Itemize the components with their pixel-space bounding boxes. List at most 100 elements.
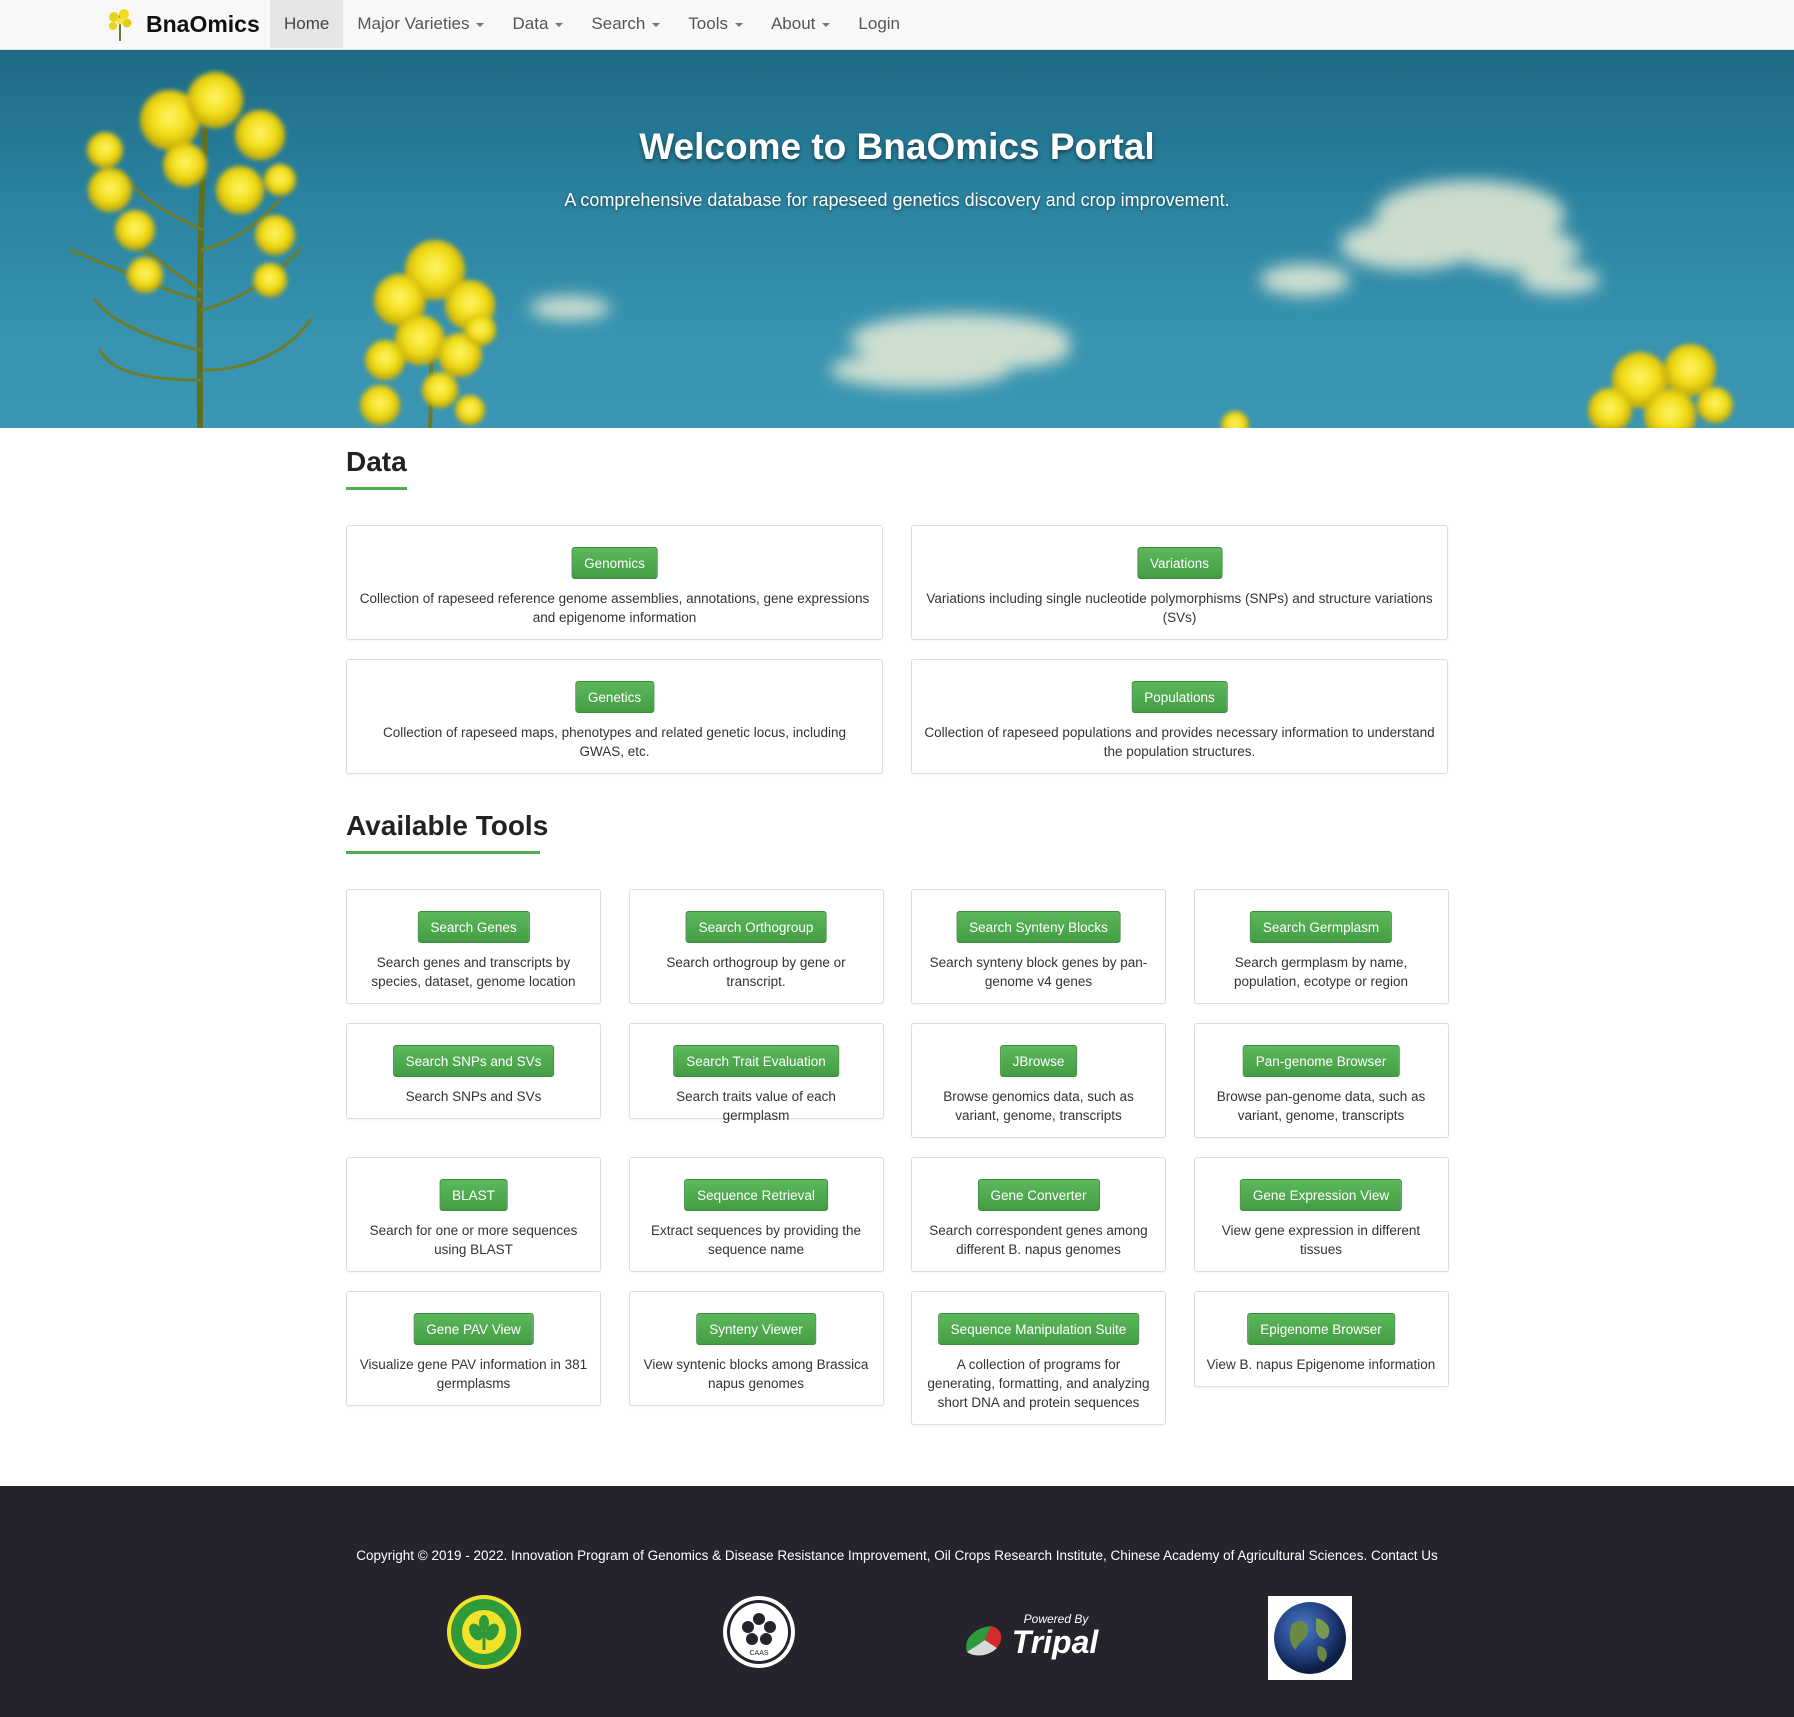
card-description: Search orthogroup by gene or transcript. [666, 955, 846, 989]
data-section-title: Data [346, 446, 407, 477]
card-description: View gene expression in different tissue… [1221, 1223, 1421, 1257]
caret-down-icon [734, 23, 743, 27]
main-nav: Home Major Varieties Data Search Tools About L… [270, 0, 914, 48]
card-description: Variations including single nucleotide p… [926, 591, 1433, 625]
search-genes-card: Search Genes Search genes and transcripts… [346, 889, 601, 1004]
svg-text:CAAS: CAAS [749, 1650, 768, 1657]
pan-genome-browser-button[interactable]: Pan-genome Browser [1242, 1045, 1400, 1077]
tools-section-underline [346, 851, 540, 854]
search-orthogroup-button[interactable]: Search Orthogroup [685, 911, 827, 943]
hero-title: Welcome to BnaOmics Portal [639, 126, 1155, 167]
nav-item-label: About [770, 14, 816, 33]
tools-section-title: Available Tools [346, 810, 549, 841]
card-description: View B. napus Epigenome information [1206, 1357, 1436, 1372]
card-description: Collection of rapeseed reference genome … [359, 591, 870, 625]
populations-card: Populations Collection of rapeseed popula… [911, 659, 1448, 774]
card-description: Search germplasm by name, population, ec… [1233, 955, 1409, 989]
nav-item-label: Tools [688, 14, 728, 33]
gene-converter-card: Gene Converter Search correspondent genes… [911, 1157, 1166, 1272]
nav-item-search[interactable]: Search [577, 0, 674, 48]
search-germplasm-card: Search Germplasm Search germplasm by name… [1193, 889, 1449, 1004]
blast-button[interactable]: BLAST [439, 1179, 508, 1211]
hero-subtitle: A comprehensive database for rapeseed ge… [564, 190, 1230, 210]
epigenome-browser-card: Epigenome Browser View B. napus Epigenome… [1193, 1291, 1449, 1387]
nav-item-label: Login [858, 14, 901, 33]
variations-card: Variations Variations including single nu… [911, 525, 1448, 640]
nav-item-label: Data [512, 14, 549, 33]
genomics-card: Genomics Collection of rapeseed reference… [346, 525, 883, 640]
gene-converter-button[interactable]: Gene Converter [977, 1179, 1100, 1211]
gene-expression-view-button[interactable]: Gene Expression View [1239, 1179, 1403, 1211]
sequence-manipulation-suite-button[interactable]: Sequence Manipulation Suite [937, 1313, 1140, 1345]
brand-name: BnaOmics [146, 10, 260, 37]
caas-logo-icon[interactable]: CAAS [721, 1594, 797, 1675]
card-description: Browse pan-genome data, such as variant,… [1216, 1089, 1426, 1123]
card-description: Search SNPs and SVs [405, 1089, 542, 1104]
card-description: Search genes and transcripts by species,… [371, 955, 576, 989]
epigenome-browser-button[interactable]: Epigenome Browser [1247, 1313, 1395, 1345]
card-description: Browse genomics data, such as variant, g… [943, 1089, 1134, 1123]
card-description: Search for one or more sequences using B… [369, 1223, 578, 1257]
card-description: Collection of rapeseed maps, phenotypes … [382, 725, 847, 759]
card-description: Extract sequences by providing the seque… [650, 1223, 862, 1257]
genetics-card: Genetics Collection of rapeseed maps, phe… [346, 659, 883, 774]
jbrowse-button[interactable]: JBrowse [999, 1045, 1078, 1077]
nav-item-home[interactable]: Home [270, 0, 344, 48]
synteny-viewer-card: Synteny Viewer View syntenic blocks among… [628, 1291, 884, 1406]
svg-text:Tripal: Tripal [1012, 1624, 1100, 1660]
sequence-retrieval-card: Sequence Retrieval Extract sequences by p… [628, 1157, 884, 1272]
caret-down-icon [476, 23, 485, 27]
genomics-button[interactable]: Genomics [571, 547, 658, 579]
nav-item-label: Home [284, 14, 330, 33]
card-description: Search correspondent genes among differe… [929, 1223, 1148, 1257]
card-description: Search synteny block genes by pan-genome… [929, 955, 1148, 989]
brand[interactable]: BnaOmics [104, 0, 260, 48]
tripal-logo-icon[interactable]: Powered By Tripal [961, 1610, 1107, 1667]
populations-button[interactable]: Populations [1131, 681, 1228, 713]
rapeseed-logo-icon [104, 7, 138, 41]
search-synteny-blocks-card: Search Synteny Blocks Search synteny bloc… [911, 889, 1166, 1004]
card-description: Search traits value of each germplasm [676, 1089, 836, 1123]
caret-down-icon [555, 23, 564, 27]
pan-genome-browser-card: Pan-genome Browser Browse pan-genome data… [1193, 1023, 1449, 1138]
search-synteny-blocks-button[interactable]: Search Synteny Blocks [956, 911, 1121, 943]
search-genes-button[interactable]: Search Genes [417, 911, 530, 943]
hero-background-image [68, 72, 1733, 428]
globe-logo-icon[interactable] [1268, 1596, 1352, 1680]
footer-copyright[interactable]: Copyright © 2019 - 2022. Innovation Prog… [0, 1548, 1794, 1563]
jbrowse-card: JBrowse Browse genomics data, such as var… [911, 1023, 1166, 1138]
blast-card: BLAST Search for one or more sequences us… [346, 1157, 601, 1272]
gene-pav-view-button[interactable]: Gene PAV View [413, 1313, 534, 1345]
search-snps-and-svs-button[interactable]: Search SNPs and SVs [392, 1045, 555, 1077]
nav-item-login[interactable]: Login [844, 0, 914, 48]
search-orthogroup-card: Search Orthogroup Search orthogroup by ge… [628, 889, 884, 1004]
card-description: A collection of programs for generating,… [927, 1357, 1150, 1410]
search-snps-and-svs-card: Search SNPs and SVs Search SNPs and SVs [346, 1023, 601, 1119]
nav-item-data[interactable]: Data [498, 0, 577, 48]
variations-button[interactable]: Variations [1136, 547, 1223, 579]
nav-item-major-varieties[interactable]: Major Varieties [343, 0, 498, 48]
search-trait-evaluation-button[interactable]: Search Trait Evaluation [673, 1045, 839, 1077]
card-description: Collection of rapeseed populations and p… [924, 725, 1435, 759]
card-description: Visualize gene PAV information in 381 ge… [359, 1357, 588, 1391]
hero-banner: Welcome to BnaOmics Portal A comprehensi… [0, 50, 1794, 428]
nav-item-about[interactable]: About [757, 0, 844, 48]
nav-item-tools[interactable]: Tools [674, 0, 757, 48]
top-navbar: BnaOmics Home Major Varieties Data Search To… [0, 0, 1794, 50]
ocri-logo-icon[interactable] [446, 1594, 522, 1675]
search-germplasm-button[interactable]: Search Germplasm [1249, 911, 1393, 943]
data-section-underline [346, 487, 407, 490]
caret-down-icon [652, 23, 661, 27]
caret-down-icon [822, 23, 831, 27]
sequence-manipulation-suite-card: Sequence Manipulation Suite A collection … [911, 1291, 1166, 1425]
genetics-button[interactable]: Genetics [574, 681, 655, 713]
gene-expression-view-card: Gene Expression View View gene expression… [1193, 1157, 1449, 1272]
card-description: View syntenic blocks among Brassica napu… [643, 1357, 869, 1391]
nav-item-label: Search [591, 14, 646, 33]
gene-pav-view-card: Gene PAV View Visualize gene PAV informat… [346, 1291, 601, 1406]
search-trait-evaluation-card: Search Trait Evaluation Search traits val… [628, 1023, 884, 1123]
footer: Copyright © 2019 - 2022. Innovation Prog… [0, 1486, 1794, 1717]
synteny-viewer-button[interactable]: Synteny Viewer [696, 1313, 816, 1345]
nav-item-label: Major Varieties [357, 14, 470, 33]
sequence-retrieval-button[interactable]: Sequence Retrieval [684, 1179, 828, 1211]
